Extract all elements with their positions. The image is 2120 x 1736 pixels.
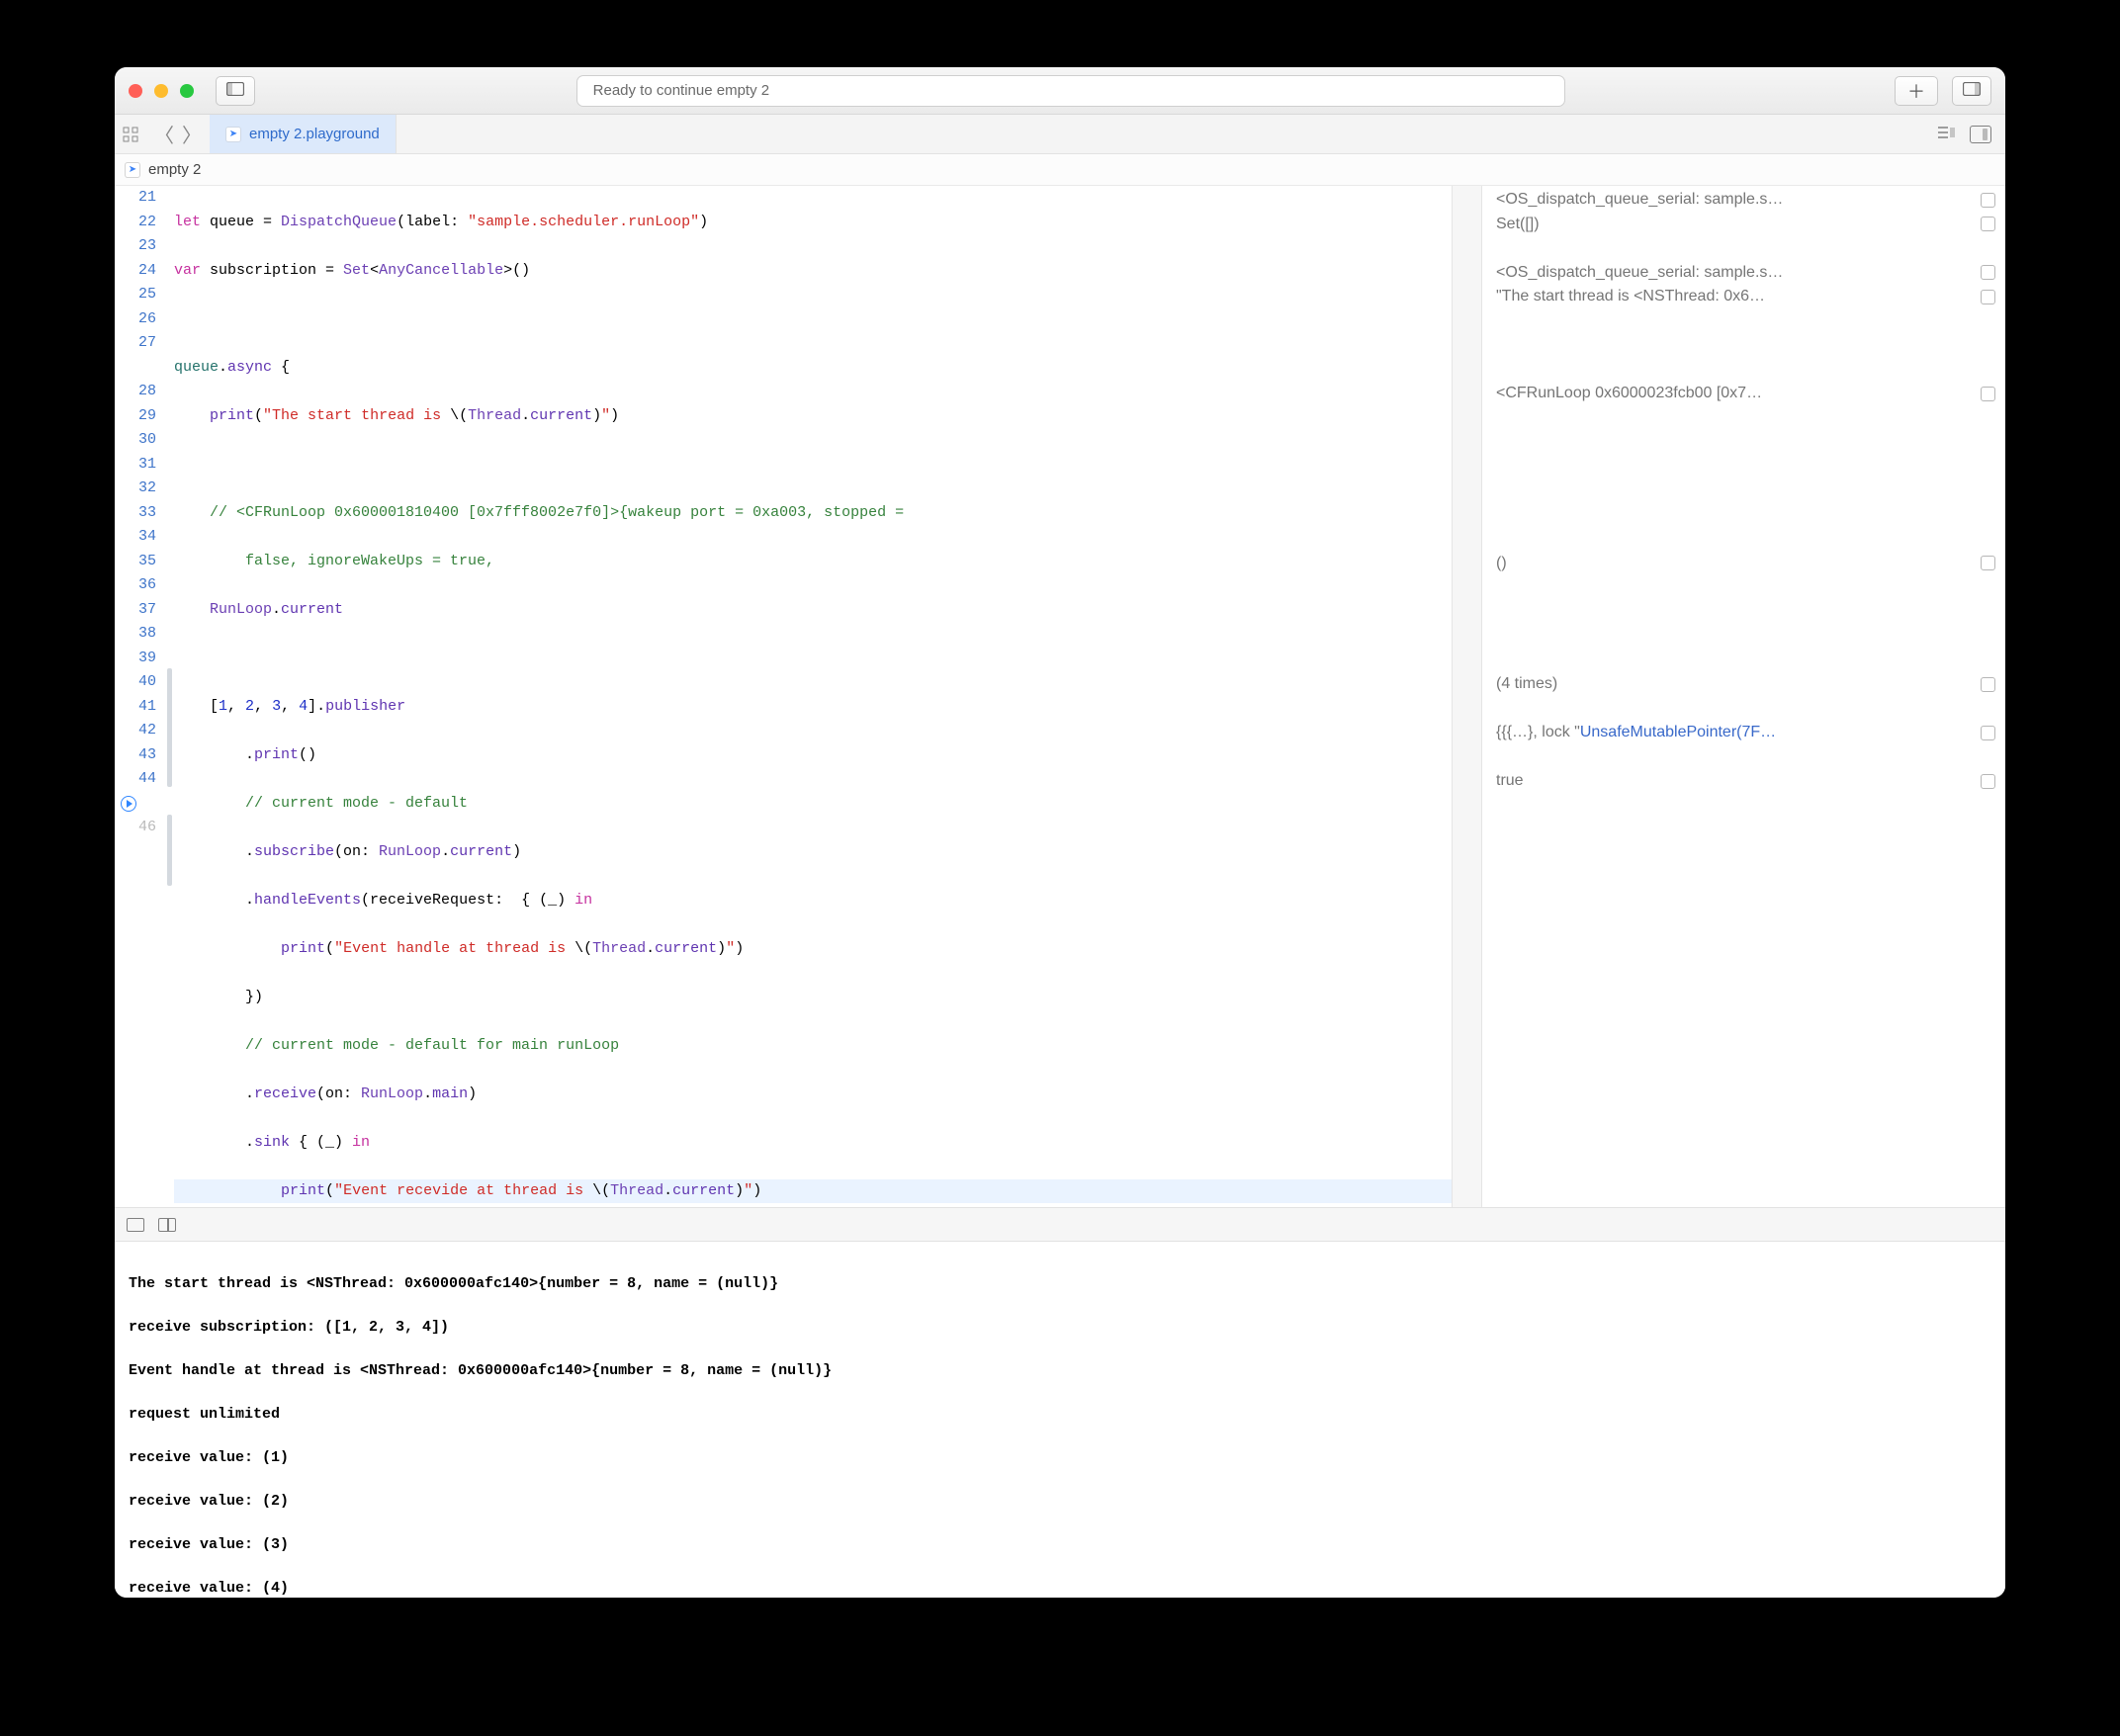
tab-bar: 〈 〉 ➤ empty 2.playground — [115, 115, 2005, 154]
tab-active[interactable]: ➤ empty 2.playground — [210, 115, 397, 153]
zoom-window-button[interactable] — [180, 84, 194, 98]
code-scroll[interactable]: 21222324252627 2829303132333435363738394… — [115, 186, 1452, 1207]
sidebar-left-icon — [226, 82, 244, 99]
lines-icon — [1936, 125, 1956, 140]
console-line: receive value: (3) — [129, 1534, 1991, 1556]
activity-status-text: Ready to continue empty 2 — [593, 82, 769, 99]
quicklook-icon[interactable] — [1981, 556, 1995, 570]
plus-icon: ＋ — [1907, 78, 1925, 104]
toggle-inspectors-button[interactable] — [1952, 76, 1991, 106]
minimap-strip — [1452, 186, 1481, 1207]
activity-status: Ready to continue empty 2 — [576, 75, 1565, 107]
swift-file-icon: ➤ — [125, 162, 140, 178]
jump-bar[interactable]: ➤ empty 2 — [115, 154, 2005, 186]
swift-file-icon: ➤ — [225, 127, 241, 142]
result-row[interactable]: {{{…}, lock "UnsafeMutablePointer(7F… — [1482, 721, 2005, 745]
minimize-window-button[interactable] — [154, 84, 168, 98]
console-line: receive value: (4) — [129, 1578, 1991, 1598]
code-editor-pane: 21222324252627 2829303132333435363738394… — [115, 186, 1481, 1207]
quicklook-icon[interactable] — [1981, 265, 1995, 280]
toggle-variables-view-button[interactable] — [127, 1218, 144, 1232]
jump-bar-path: empty 2 — [148, 161, 201, 178]
add-target-button[interactable]: ＋ — [1895, 76, 1938, 106]
toggle-console-view-button[interactable] — [158, 1218, 176, 1232]
sidebar-right-icon — [1963, 82, 1981, 99]
run-line-button[interactable] — [115, 792, 156, 817]
result-row[interactable]: <OS_dispatch_queue_serial: sample.s… — [1482, 261, 2005, 286]
quicklook-icon[interactable] — [1981, 290, 1995, 304]
result-row[interactable]: true — [1482, 769, 2005, 794]
console-output[interactable]: The start thread is <NSThread: 0x600000a… — [115, 1242, 2005, 1598]
add-editor-button[interactable] — [1970, 126, 1991, 143]
console-line: receive subscription: ([1, 2, 3, 4]) — [129, 1317, 1991, 1339]
line-number-gutter: 21222324252627 2829303132333435363738394… — [115, 186, 166, 1207]
console-line: request unlimited — [129, 1404, 1991, 1426]
xcode-window: Ready to continue empty 2 ＋ 〈 〉 ➤ empty … — [115, 67, 2005, 1598]
fold-ribbon — [166, 186, 174, 1207]
window-controls — [129, 84, 194, 98]
quicklook-icon[interactable] — [1981, 193, 1995, 208]
quicklook-icon[interactable] — [1981, 774, 1995, 789]
result-row[interactable]: <CFRunLoop 0x6000023fcb00 [0x7… — [1482, 382, 2005, 406]
back-button[interactable]: 〈 — [154, 120, 174, 148]
quicklook-icon[interactable] — [1981, 726, 1995, 740]
close-window-button[interactable] — [129, 84, 142, 98]
titlebar: Ready to continue empty 2 ＋ — [115, 67, 2005, 115]
console-line: The start thread is <NSThread: 0x600000a… — [129, 1273, 1991, 1295]
result-row[interactable]: "The start thread is <NSThread: 0x6… — [1482, 285, 2005, 309]
related-items-button[interactable] — [115, 115, 146, 153]
console-line: Event handle at thread is <NSThread: 0x6… — [129, 1360, 1991, 1382]
result-row[interactable]: <OS_dispatch_queue_serial: sample.s… — [1482, 188, 2005, 213]
result-row[interactable]: Set([]) — [1482, 213, 2005, 237]
forward-button[interactable]: 〉 — [182, 120, 202, 148]
quicklook-icon[interactable] — [1981, 677, 1995, 692]
console-line: receive value: (1) — [129, 1447, 1991, 1469]
code-text[interactable]: let queue = DispatchQueue(label: "sample… — [166, 186, 1452, 1207]
history-nav: 〈 〉 — [146, 115, 210, 153]
console-line: receive value: (2) — [129, 1491, 1991, 1513]
quicklook-icon[interactable] — [1981, 217, 1995, 231]
tabbar-right — [1936, 115, 2005, 153]
play-icon — [121, 796, 136, 812]
editor-options-button[interactable] — [1936, 125, 1956, 144]
toggle-navigator-button[interactable] — [216, 76, 255, 106]
result-row[interactable]: () — [1482, 552, 2005, 576]
tab-filename: empty 2.playground — [249, 126, 380, 142]
playground-results-sidebar: <OS_dispatch_queue_serial: sample.s… Set… — [1481, 186, 2005, 1207]
result-row[interactable]: (4 times) — [1482, 672, 2005, 697]
quicklook-icon[interactable] — [1981, 387, 1995, 401]
debug-area-toolbar — [115, 1208, 2005, 1242]
grid-icon — [123, 127, 138, 142]
toolbar-right: ＋ — [1895, 76, 1991, 106]
editor-area: 21222324252627 2829303132333435363738394… — [115, 186, 2005, 1208]
